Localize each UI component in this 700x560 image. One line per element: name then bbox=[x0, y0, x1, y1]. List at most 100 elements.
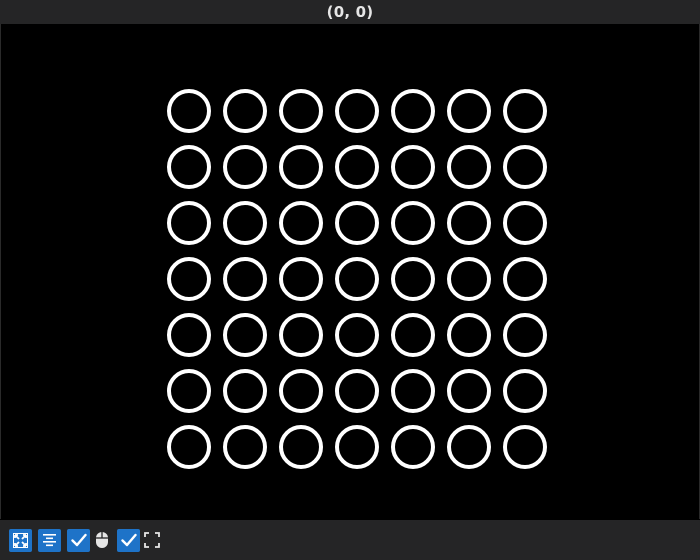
circle-cell bbox=[441, 419, 497, 475]
circle-outline bbox=[335, 425, 379, 469]
circle-grid bbox=[161, 83, 547, 469]
circle-outline bbox=[391, 313, 435, 357]
circle-cell bbox=[329, 139, 385, 195]
circle-cell bbox=[441, 83, 497, 139]
circle-cell bbox=[497, 307, 553, 363]
circle-outline bbox=[335, 313, 379, 357]
circle-cell bbox=[217, 83, 273, 139]
circle-cell bbox=[441, 195, 497, 251]
circle-outline bbox=[335, 369, 379, 413]
fullscreen-checkbox[interactable] bbox=[117, 528, 140, 552]
circle-cell bbox=[441, 363, 497, 419]
circle-cell bbox=[161, 307, 217, 363]
circle-cell bbox=[217, 195, 273, 251]
circle-cell bbox=[497, 83, 553, 139]
circle-cell bbox=[385, 419, 441, 475]
circle-cell bbox=[329, 195, 385, 251]
circle-outline bbox=[335, 145, 379, 189]
circle-outline bbox=[223, 145, 267, 189]
circle-cell bbox=[217, 251, 273, 307]
circle-cell bbox=[385, 195, 441, 251]
circle-outline bbox=[279, 425, 323, 469]
circle-outline bbox=[335, 89, 379, 133]
circle-outline bbox=[223, 313, 267, 357]
circle-outline bbox=[391, 201, 435, 245]
circle-cell bbox=[217, 363, 273, 419]
align-center-icon bbox=[42, 533, 57, 548]
fit-view-button[interactable] bbox=[9, 528, 32, 552]
center-align-button[interactable] bbox=[38, 528, 61, 552]
circle-outline bbox=[279, 89, 323, 133]
circle-outline bbox=[391, 425, 435, 469]
circle-outline bbox=[391, 145, 435, 189]
mouse-checkbox[interactable] bbox=[67, 528, 90, 552]
circle-cell bbox=[161, 363, 217, 419]
circle-outline bbox=[335, 201, 379, 245]
circle-outline bbox=[279, 313, 323, 357]
circle-outline bbox=[223, 257, 267, 301]
circle-outline bbox=[447, 89, 491, 133]
circle-cell bbox=[217, 307, 273, 363]
circle-cell bbox=[161, 139, 217, 195]
mouse-interaction-toggle[interactable] bbox=[67, 528, 111, 552]
circle-outline bbox=[223, 369, 267, 413]
checkmark-icon bbox=[70, 533, 87, 547]
circle-cell bbox=[441, 307, 497, 363]
circle-cell bbox=[497, 419, 553, 475]
circle-outline bbox=[279, 369, 323, 413]
circle-cell bbox=[329, 363, 385, 419]
circle-cell bbox=[329, 251, 385, 307]
app-window: (0, 0) bbox=[0, 0, 700, 560]
circle-cell bbox=[161, 83, 217, 139]
circle-outline bbox=[167, 201, 211, 245]
circle-outline bbox=[167, 369, 211, 413]
circle-outline bbox=[279, 257, 323, 301]
circle-outline bbox=[503, 369, 547, 413]
circle-cell bbox=[329, 307, 385, 363]
circle-cell bbox=[385, 139, 441, 195]
circle-outline bbox=[223, 201, 267, 245]
circle-outline bbox=[391, 257, 435, 301]
coordinates-readout: (0, 0) bbox=[326, 3, 374, 21]
circle-outline bbox=[335, 257, 379, 301]
circle-outline bbox=[447, 201, 491, 245]
circle-cell bbox=[441, 251, 497, 307]
circle-outline bbox=[391, 369, 435, 413]
circle-outline bbox=[167, 313, 211, 357]
circle-cell bbox=[217, 419, 273, 475]
circle-outline bbox=[447, 145, 491, 189]
circle-outline bbox=[279, 201, 323, 245]
circle-cell bbox=[385, 307, 441, 363]
circle-cell bbox=[273, 363, 329, 419]
fullscreen-icon bbox=[143, 530, 161, 550]
circle-outline bbox=[223, 425, 267, 469]
circle-cell bbox=[161, 419, 217, 475]
circle-cell bbox=[161, 195, 217, 251]
render-canvas[interactable] bbox=[0, 24, 700, 519]
circle-outline bbox=[447, 425, 491, 469]
circle-cell bbox=[217, 139, 273, 195]
circle-cell bbox=[497, 195, 553, 251]
circle-cell bbox=[441, 139, 497, 195]
bottom-toolbar bbox=[0, 520, 700, 560]
circle-cell bbox=[497, 251, 553, 307]
circle-cell bbox=[329, 419, 385, 475]
circle-cell bbox=[329, 83, 385, 139]
title-bar: (0, 0) bbox=[0, 0, 700, 24]
circle-outline bbox=[503, 145, 547, 189]
circle-outline bbox=[279, 145, 323, 189]
circle-cell bbox=[385, 363, 441, 419]
circle-cell bbox=[273, 139, 329, 195]
circle-cell bbox=[273, 83, 329, 139]
circle-outline bbox=[503, 201, 547, 245]
circle-outline bbox=[391, 89, 435, 133]
circle-outline bbox=[503, 425, 547, 469]
circle-outline bbox=[167, 89, 211, 133]
circle-outline bbox=[447, 369, 491, 413]
circle-outline bbox=[223, 89, 267, 133]
circle-outline bbox=[167, 257, 211, 301]
circle-outline bbox=[447, 257, 491, 301]
fullscreen-toggle[interactable] bbox=[117, 528, 161, 552]
circle-outline bbox=[447, 313, 491, 357]
circle-cell bbox=[273, 419, 329, 475]
